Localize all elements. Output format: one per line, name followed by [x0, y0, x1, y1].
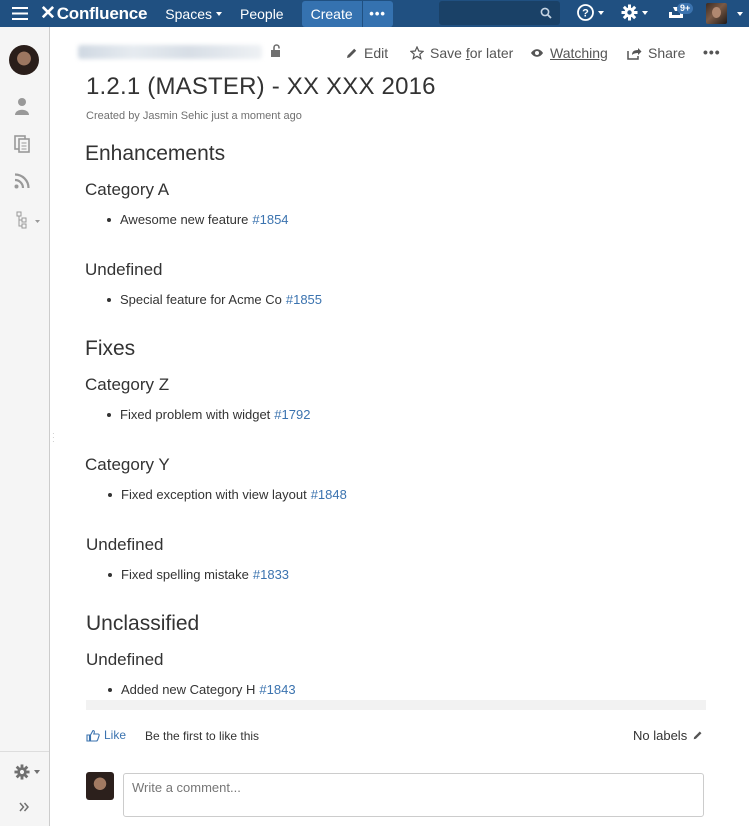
more-actions-button[interactable]: ••• [703, 44, 721, 60]
pencil-icon [347, 48, 357, 58]
svg-text:?: ? [582, 8, 589, 20]
share-button[interactable]: Share [627, 45, 685, 61]
issue-link[interactable]: #1848 [311, 487, 347, 502]
unlocked-restrictions-icon[interactable] [270, 44, 282, 61]
list-item: Fixed problem with widget #1792 [108, 407, 310, 422]
heading-enhancements: Enhancements [85, 142, 226, 165]
watching-label: Watching [550, 45, 608, 61]
commenter-avatar [86, 772, 114, 800]
heading-category-a: Category A [85, 180, 170, 199]
comment-input[interactable]: Write a comment... [123, 773, 704, 817]
issue-link[interactable]: #1855 [286, 292, 322, 307]
list-item: Fixed spelling mistake #1833 [109, 567, 289, 582]
watching-button[interactable]: Watching [530, 45, 608, 61]
pencil-icon[interactable] [692, 730, 703, 741]
expand-sidebar-button[interactable] [19, 800, 29, 815]
edit-button[interactable]: Edit [345, 45, 388, 61]
heading-category-y: Category Y [85, 455, 170, 474]
heading-unclassified: Unclassified [86, 612, 200, 635]
nav-people-link[interactable]: People [240, 6, 284, 22]
gear-icon [14, 764, 30, 780]
issue-link[interactable]: #1843 [259, 682, 295, 697]
nav-spaces-menu[interactable]: Spaces [165, 6, 222, 22]
eye-icon [531, 49, 543, 57]
rss-feed-icon[interactable] [14, 173, 30, 192]
heading-category-z: Category Z [85, 375, 170, 394]
chevron-down-icon [34, 770, 40, 774]
create-button-label: Create [310, 5, 353, 22]
confluence-logo[interactable]: ✕ Confluence [40, 2, 147, 25]
list-item: Fixed exception with view layout #1848 [109, 487, 347, 502]
page-title: 1.2.1 (MASTER) - XX XXX 2016 [86, 73, 436, 100]
settings-menu[interactable] [621, 4, 648, 21]
page-tree-icon[interactable] [16, 211, 40, 232]
heading-undefined: Undefined [85, 260, 163, 279]
heading-undefined: Undefined [86, 535, 164, 554]
notification-count-badge: 9+ [677, 3, 694, 14]
content-divider [86, 700, 706, 710]
chevron-down-icon [642, 10, 648, 15]
issue-link[interactable]: #1833 [253, 567, 289, 582]
list-item: Added new Category H #1843 [109, 682, 296, 697]
confluence-logo-text: Confluence [56, 3, 148, 23]
breadcrumb[interactable] [78, 45, 262, 59]
app-switcher-menu-icon[interactable] [0, 0, 40, 27]
double-chevron-right-icon [19, 802, 29, 812]
create-button[interactable]: Create [301, 0, 363, 27]
search-input[interactable] [439, 1, 560, 25]
create-more-button[interactable]: ••• [362, 0, 393, 27]
share-label: Share [648, 45, 686, 61]
search-icon [540, 7, 552, 19]
chevron-down-icon [216, 11, 222, 16]
list-item: Awesome new feature #1854 [108, 212, 289, 227]
sidebar-resize-handle[interactable]: · · · [52, 430, 55, 446]
heading-fixes: Fixes [85, 337, 136, 360]
star-icon [410, 46, 424, 60]
edit-label: Edit [364, 45, 389, 61]
no-labels-text: No labels [633, 728, 688, 743]
space-sidebar [0, 27, 50, 826]
sidebar-footer [0, 751, 49, 826]
labels-section: No labels [633, 728, 703, 743]
create-more-label: ••• [369, 6, 386, 21]
author-link[interactable]: Jasmin Sehic [143, 110, 208, 122]
confluence-x-icon: ✕ [40, 3, 56, 24]
chevron-down-icon [598, 10, 604, 15]
more-actions-label: ••• [703, 44, 721, 60]
help-menu[interactable]: ? [577, 4, 604, 21]
issue-link[interactable]: #1854 [252, 212, 288, 227]
help-icon: ? [577, 4, 594, 21]
space-tools-menu[interactable] [14, 764, 40, 780]
list-item: Special feature for Acme Co #1855 [108, 292, 322, 307]
like-label: Like [104, 728, 127, 742]
page-byline: Created by Jasmin Sehic just a moment ag… [86, 110, 302, 122]
heading-undefined: Undefined [86, 650, 164, 669]
nav-spaces-label: Spaces [165, 5, 212, 22]
user-avatar[interactable] [706, 3, 727, 24]
like-button[interactable]: Like [86, 728, 126, 742]
issue-link[interactable]: #1792 [274, 407, 310, 422]
gear-icon [621, 4, 638, 21]
people-icon[interactable] [14, 97, 30, 118]
save-for-later-button[interactable]: Save for later [410, 45, 513, 61]
pages-icon[interactable] [14, 135, 30, 156]
share-icon [627, 47, 642, 60]
space-avatar[interactable] [9, 45, 39, 75]
likes-summary: Be the first to like this [145, 729, 260, 743]
chevron-down-icon [737, 12, 743, 16]
thumbs-up-icon [86, 729, 100, 742]
save-for-later-label: Save for later [430, 45, 514, 61]
nav-people-label: People [240, 5, 284, 22]
